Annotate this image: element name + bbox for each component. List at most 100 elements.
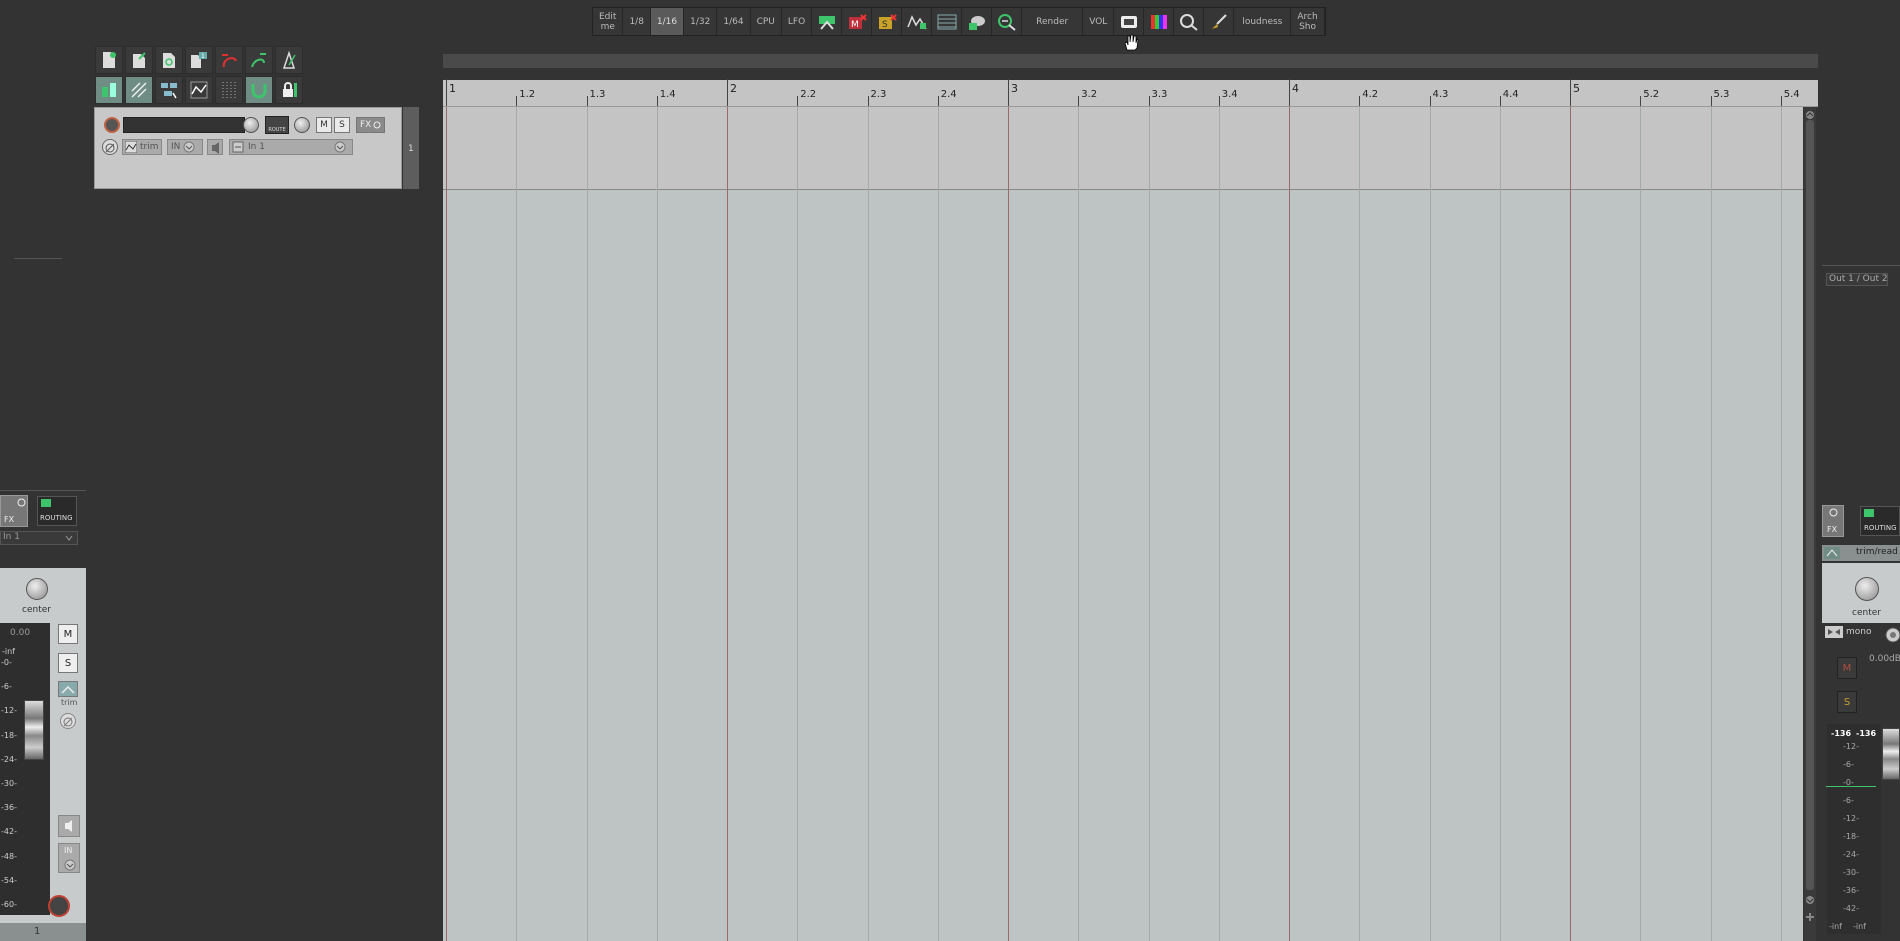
timeline-ruler[interactable]: 1 1.2 1.3 1.4 2 2.2 2.3 2.4 3 3.2 3.3 3.4 4 4.2 4.3 4.4…: [443, 79, 1818, 107]
grid-1-16-button[interactable]: 1/16: [650, 8, 685, 35]
db-scale-label: -24-: [1, 754, 17, 764]
mixer-record-arm-button[interactable]: [48, 895, 70, 917]
grid-1-32-button[interactable]: 1/32: [684, 8, 718, 35]
pan-knob[interactable]: [294, 117, 310, 133]
project-settings-button[interactable]: 1: [185, 46, 213, 74]
master-db-scale-label: -18-: [1843, 832, 1859, 841]
track-solo-button[interactable]: S: [334, 117, 350, 133]
volume-knob[interactable]: [243, 117, 259, 133]
trim-behind-button[interactable]: [155, 76, 183, 104]
master-automation-row[interactable]: trim/read: [1822, 545, 1900, 561]
master-fx-button[interactable]: FX: [1822, 505, 1844, 537]
ruler-tick: [1148, 96, 1150, 106]
auto-crossfade-button[interactable]: [95, 76, 123, 104]
mixer-phase-button[interactable]: [60, 713, 76, 729]
mixer-volume-fader[interactable]: [24, 700, 44, 760]
track-control-panel[interactable]: ROUTE M S FX trim IN In 1: [94, 107, 402, 189]
master-pan-knob[interactable]: [1855, 577, 1879, 601]
track-name-field[interactable]: [123, 117, 245, 133]
ruler-label: 1.3: [589, 89, 606, 100]
master-db-scale-label: -30-: [1843, 868, 1859, 877]
arch-show-button[interactable]: Arch Sho: [1291, 8, 1325, 35]
ruler-label: 1.4: [659, 89, 676, 100]
cpu-button[interactable]: CPU: [750, 8, 782, 35]
screenset-button[interactable]: [1114, 8, 1145, 35]
brush-button[interactable]: [1204, 8, 1235, 35]
ruler-label: 2.4: [940, 89, 957, 100]
mute-item-button[interactable]: M: [842, 8, 873, 35]
monitor-button[interactable]: [207, 139, 223, 155]
record-arm-button[interactable]: [104, 117, 120, 133]
cloud-button[interactable]: [962, 8, 993, 35]
mixer-solo-button[interactable]: S: [58, 653, 78, 673]
envelope-icon: [906, 14, 927, 29]
lock-button[interactable]: [275, 76, 303, 104]
track-fx-button[interactable]: FX: [356, 117, 386, 133]
loudness-button[interactable]: loudness: [1234, 8, 1292, 35]
record-input-select[interactable]: In 1: [229, 139, 353, 155]
edit-me-button[interactable]: Edit me: [593, 8, 624, 35]
render-button[interactable]: Render: [1022, 8, 1084, 35]
ripple-edit-button[interactable]: [125, 76, 153, 104]
color-button[interactable]: [1144, 8, 1175, 35]
ruler-tick: [1218, 96, 1220, 106]
master-bottom-right: -inf: [1853, 922, 1866, 931]
envelope-button[interactable]: [902, 8, 933, 35]
mixer-input-monitor-button[interactable]: IN: [58, 843, 80, 873]
grid-snap-button[interactable]: [215, 76, 243, 104]
mixer-pan-knob[interactable]: [26, 578, 48, 600]
master-solo-button[interactable]: S: [1837, 691, 1857, 713]
master-volume-fader[interactable]: [1882, 728, 1900, 780]
arrange-view[interactable]: [443, 107, 1803, 941]
metronome-button[interactable]: [275, 46, 303, 74]
ruler-label: 5.4: [1783, 89, 1800, 100]
mixer-trim-label: trim: [61, 698, 78, 707]
envelope-points-button[interactable]: [185, 76, 213, 104]
scroll-up-icon[interactable]: [1805, 110, 1815, 120]
ruler-label: 2: [730, 82, 737, 95]
ruler-tick: [1289, 79, 1290, 106]
save-project-button[interactable]: [155, 46, 183, 74]
grid-1-8-button[interactable]: 1/8: [623, 8, 651, 35]
zoom-in-vertical-icon[interactable]: [1805, 912, 1815, 922]
solo-item-button[interactable]: S: [872, 8, 903, 35]
master-routing-button[interactable]: ROUTING: [1860, 506, 1900, 536]
grid-icon: [222, 82, 236, 98]
split-icon-button[interactable]: [812, 8, 843, 35]
mixer-mute-button[interactable]: M: [58, 624, 78, 644]
phase-invert-button[interactable]: [102, 139, 118, 155]
input-monitor-button[interactable]: IN: [167, 139, 203, 155]
open-project-button[interactable]: [125, 46, 153, 74]
ruler-label: 4.3: [1432, 89, 1449, 100]
grid-1-64-button[interactable]: 1/64: [717, 8, 751, 35]
master-output-select[interactable]: Out 1 / Out 2: [1826, 273, 1888, 286]
master-mono-button[interactable]: mono: [1825, 625, 1875, 639]
master-width-knob-icon[interactable]: [1884, 627, 1900, 643]
zoom-out-button[interactable]: [992, 8, 1023, 35]
region-bar[interactable]: [443, 54, 1818, 68]
new-project-button[interactable]: [95, 46, 123, 74]
mixer-fx-button[interactable]: FX: [0, 495, 28, 527]
route-button[interactable]: ROUTE: [265, 116, 289, 134]
undo-button[interactable]: [215, 46, 243, 74]
master-zero-line: [1826, 786, 1876, 787]
mixer-input-select[interactable]: In 1: [0, 531, 78, 545]
db-scale-label: -42-: [1, 827, 17, 837]
mixer-monitor-button[interactable]: [58, 815, 80, 837]
zoom-button[interactable]: [1174, 8, 1205, 35]
redo-button[interactable]: [245, 46, 273, 74]
snap-button[interactable]: [245, 76, 273, 104]
track-lane[interactable]: [443, 107, 1803, 190]
grid-view-button[interactable]: [932, 8, 963, 35]
mixer-divider: [14, 258, 62, 259]
master-mute-button[interactable]: M: [1837, 657, 1857, 679]
track-mute-button[interactable]: M: [316, 117, 332, 133]
automation-mode-button[interactable]: trim: [122, 139, 162, 155]
lfo-button[interactable]: LFO: [781, 8, 813, 35]
ruler-tick: [516, 96, 518, 106]
mixer-automation-button[interactable]: [58, 681, 78, 697]
scroll-down-icon[interactable]: [1805, 895, 1815, 905]
vol-button[interactable]: VOL: [1083, 8, 1115, 35]
mixer-routing-button[interactable]: ROUTING: [37, 496, 77, 526]
scrollbar-thumb[interactable]: [1806, 120, 1814, 890]
